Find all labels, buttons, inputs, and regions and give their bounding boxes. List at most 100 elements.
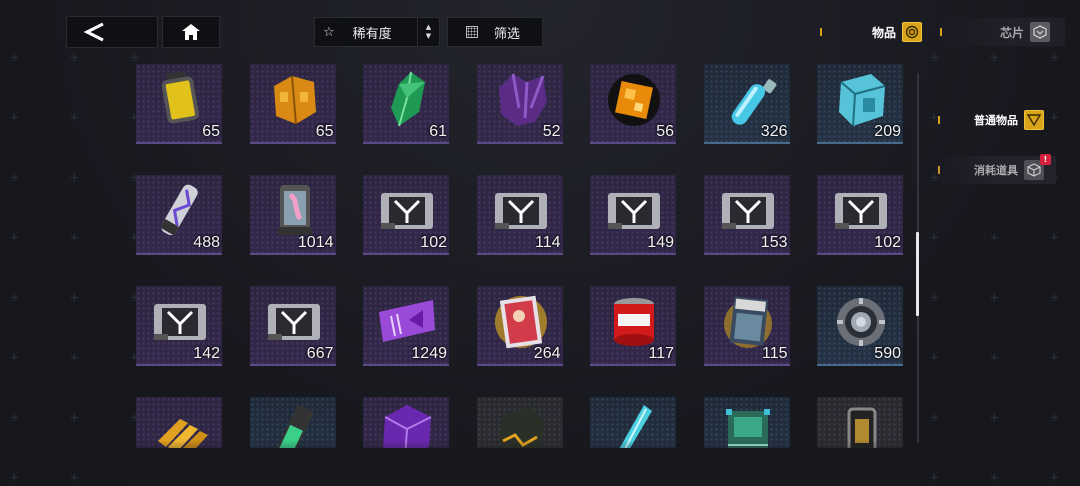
purple-ticket-icon	[377, 290, 437, 352]
inventory-item[interactable]: 142	[136, 286, 222, 366]
inventory-item[interactable]: 209	[817, 64, 903, 144]
background-cross: +	[10, 230, 19, 246]
side-tab-consumables-label: 消耗道具	[974, 164, 1018, 177]
side-tab-normal-items[interactable]: 普通物品	[938, 106, 1056, 134]
green-crystal-icon	[377, 68, 437, 130]
gold-armor-plate-icon	[264, 68, 324, 130]
item-quantity: 115	[761, 345, 788, 362]
back-button[interactable]	[66, 16, 158, 48]
inventory-item[interactable]: 1249	[363, 286, 449, 366]
side-tab-consumables[interactable]: 消耗道具 !	[938, 154, 1056, 184]
inventory-item[interactable]: 56	[590, 64, 676, 144]
tab-chips[interactable]: 芯片	[940, 18, 1065, 46]
emblem-card-icon	[718, 179, 778, 241]
background-cross: +	[1050, 350, 1059, 366]
background-cross: +	[10, 170, 19, 186]
item-quantity: 153	[760, 234, 788, 251]
item-quantity: 114	[534, 234, 561, 251]
item-quantity: 65	[315, 123, 334, 140]
items-icon	[902, 22, 923, 42]
emblem-card-icon	[491, 179, 551, 241]
item-quantity: 52	[542, 123, 561, 140]
background-cross: +	[990, 50, 999, 66]
background-cross: +	[10, 410, 19, 426]
steel-ring-core-icon	[831, 290, 891, 352]
inventory-item[interactable]: 52	[476, 64, 563, 144]
inventory-item[interactable]: 115	[703, 286, 790, 366]
background-cross: +	[930, 350, 939, 366]
tab-items[interactable]: 物品	[820, 18, 930, 46]
background-cross: +	[10, 470, 19, 486]
background-cross: +	[70, 110, 79, 126]
background-cross: +	[1050, 290, 1059, 306]
sort-up-icon: ▲	[425, 23, 432, 31]
background-cross: +	[70, 170, 79, 186]
inventory-item[interactable]: 117	[590, 286, 676, 366]
inventory-item[interactable]: 488	[136, 175, 222, 255]
background-cross: +	[930, 470, 939, 486]
item-quantity: 1014	[297, 234, 334, 251]
inventory-item[interactable]: 326	[703, 64, 790, 144]
yellow-canister-icon	[150, 68, 210, 130]
emblem-card-icon	[604, 179, 664, 241]
inventory-item[interactable]: 65	[249, 64, 336, 144]
orange-data-chip-icon	[604, 68, 664, 130]
background-cross: +	[10, 290, 19, 306]
emblem-card-icon	[377, 179, 437, 241]
comic-book-icon	[718, 290, 778, 352]
background-cross: +	[10, 50, 19, 66]
background-cross: +	[930, 410, 939, 426]
rarity-sort-dropdown[interactable]: ☆ 稀有度 ▲ ▼	[314, 17, 440, 47]
background-cross: +	[1050, 50, 1059, 66]
background-cross: +	[930, 290, 939, 306]
background-cross: +	[990, 470, 999, 486]
background-cross: +	[990, 410, 999, 426]
sort-order-toggle[interactable]: ▲ ▼	[417, 18, 439, 46]
sort-down-icon: ▼	[425, 32, 432, 40]
background-cross: +	[10, 350, 19, 366]
item-quantity: 1249	[411, 345, 447, 362]
purple-crystal-cluster-icon	[491, 68, 551, 130]
inventory-item[interactable]: 114	[476, 175, 563, 255]
background-cross: +	[10, 110, 19, 126]
scrollbar-thumb[interactable]	[916, 232, 919, 316]
background-cross: +	[70, 290, 79, 306]
item-quantity: 102	[420, 234, 447, 251]
emblem-card-icon	[264, 290, 324, 352]
item-quantity: 149	[647, 234, 674, 251]
poster-card-icon	[491, 290, 551, 352]
inventory-item[interactable]: 149	[590, 175, 676, 255]
background-cross: +	[990, 350, 999, 366]
item-quantity: 61	[429, 123, 447, 140]
hologram-capsule-icon	[150, 179, 210, 241]
home-icon	[182, 24, 200, 40]
inventory-item[interactable]: 61	[363, 64, 449, 144]
background-cross: +	[990, 230, 999, 246]
inventory-item[interactable]: 264	[476, 286, 563, 366]
filter-button[interactable]: 筛选	[447, 17, 543, 47]
chip-icon	[1030, 22, 1051, 42]
inventory-item[interactable]: 102	[363, 175, 449, 255]
inventory-item[interactable]: 102	[817, 175, 903, 255]
item-quantity: 590	[874, 345, 901, 362]
notification-badge: !	[1040, 154, 1051, 165]
item-quantity: 56	[656, 123, 674, 140]
cube-icon: !	[1024, 154, 1051, 180]
inventory-item[interactable]: 1014	[249, 175, 336, 255]
background-cross: +	[70, 230, 79, 246]
background-cross: +	[70, 350, 79, 366]
home-button[interactable]	[162, 16, 220, 48]
inventory-item[interactable]: 667	[249, 286, 336, 366]
item-quantity: 667	[306, 345, 334, 362]
blue-vial-icon	[718, 68, 778, 130]
cyan-crate-icon	[831, 68, 891, 130]
item-quantity: 117	[648, 345, 674, 362]
filter-label: 筛选	[494, 26, 521, 42]
item-quantity: 326	[760, 123, 788, 140]
background-cross: +	[930, 230, 939, 246]
star-outline-icon: ☆	[323, 24, 335, 40]
inventory-item[interactable]: 153	[703, 175, 790, 255]
item-quantity: 209	[874, 123, 901, 140]
inventory-item[interactable]: 590	[817, 286, 903, 366]
inventory-item[interactable]: 65	[136, 64, 222, 144]
